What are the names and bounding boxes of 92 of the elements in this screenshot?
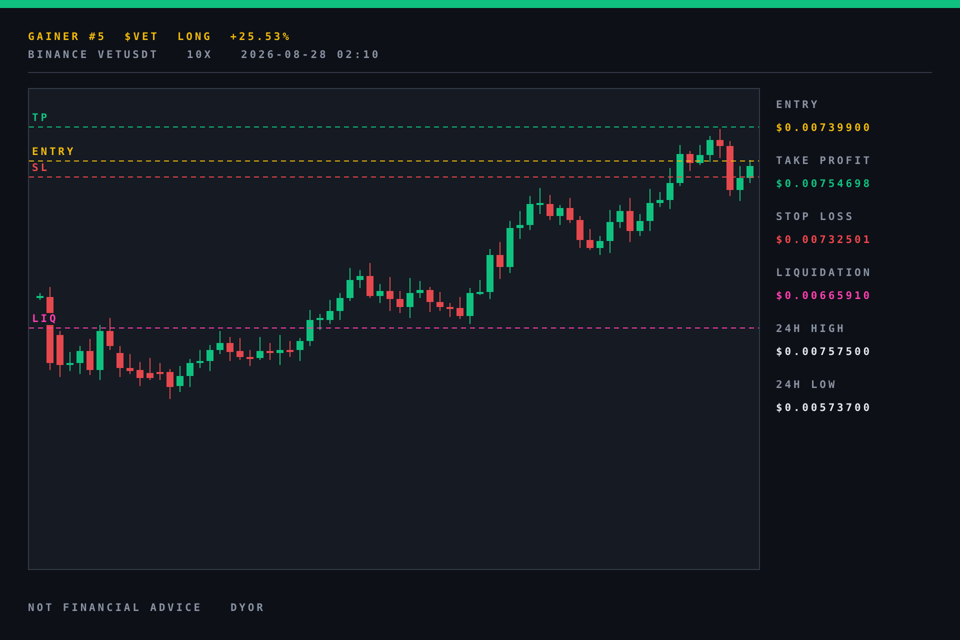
title-text: +25.53% <box>230 31 292 43</box>
candle <box>676 144 684 186</box>
candle <box>546 194 554 220</box>
stat-value: $0.00732501 <box>776 233 872 248</box>
candle <box>426 286 434 312</box>
candle <box>596 236 604 256</box>
candle <box>476 280 484 296</box>
candle <box>86 338 94 376</box>
candle <box>396 290 404 314</box>
candle <box>176 366 184 392</box>
subtitle-text: 10X <box>186 49 213 61</box>
candle <box>386 276 394 312</box>
candle <box>746 160 754 184</box>
subtitle-text: 2026-08-28 02:10 <box>241 49 381 61</box>
candle <box>696 144 704 166</box>
candle <box>436 292 444 312</box>
candle <box>196 350 204 368</box>
candle <box>276 334 284 366</box>
candle <box>256 336 264 360</box>
candle <box>446 302 454 318</box>
candle <box>336 292 344 320</box>
candle <box>406 278 414 318</box>
candle <box>516 210 524 240</box>
candle <box>66 352 74 372</box>
candle <box>286 340 294 358</box>
candle <box>216 330 224 354</box>
stat-value: $0.00665910 <box>776 289 872 304</box>
candle <box>376 284 384 304</box>
candle <box>456 296 464 320</box>
candle <box>346 268 354 302</box>
candle <box>606 210 614 254</box>
candle <box>626 198 634 242</box>
stat-label: LIQUIDATION <box>776 267 872 281</box>
candle <box>486 248 494 300</box>
candle <box>466 288 474 324</box>
candle <box>266 342 274 360</box>
candle <box>166 368 174 400</box>
candle <box>316 314 324 330</box>
stat-value: $0.00573700 <box>776 401 872 416</box>
candle <box>76 346 84 374</box>
candle <box>296 338 304 362</box>
candle <box>586 228 594 250</box>
candle <box>416 280 424 298</box>
candle <box>716 128 724 158</box>
candle <box>686 150 694 172</box>
title-text: GAINER #5 <box>28 31 106 43</box>
candle <box>326 300 334 324</box>
candle <box>656 192 664 208</box>
candle <box>146 358 154 380</box>
candle <box>706 136 714 162</box>
candle <box>366 262 374 298</box>
candle <box>246 350 254 366</box>
footer-text: DYOR <box>230 602 266 614</box>
candle <box>106 318 114 350</box>
candle <box>126 354 134 374</box>
candle <box>226 336 234 362</box>
candle <box>206 344 214 372</box>
candle <box>666 168 674 210</box>
candle <box>526 196 534 230</box>
candle <box>36 292 44 300</box>
candle <box>136 362 144 386</box>
title-text: LONG <box>177 31 212 43</box>
stat-label: ENTRY <box>776 99 820 113</box>
candle <box>96 324 104 380</box>
candle <box>56 330 64 378</box>
stat-label: 24H LOW <box>776 379 838 393</box>
candle <box>736 166 744 202</box>
candle <box>576 216 584 248</box>
candle <box>116 346 124 378</box>
candle <box>306 310 314 346</box>
candle <box>496 242 504 280</box>
stat-value: $0.00754698 <box>776 177 872 192</box>
stat-label: STOP LOSS <box>776 211 854 225</box>
footer-text: NOT FINANCIAL ADVICE <box>28 602 202 614</box>
subtitle-text: BINANCE VETUSDT <box>28 49 159 61</box>
candle <box>356 270 364 288</box>
candle <box>726 140 734 196</box>
candle <box>636 214 644 236</box>
candle <box>506 220 514 274</box>
candle <box>646 188 654 232</box>
stat-value: $0.00757500 <box>776 345 872 360</box>
candle <box>616 204 624 228</box>
stat-label: TAKE PROFIT <box>776 155 872 169</box>
candle <box>186 358 194 388</box>
candle <box>536 188 544 214</box>
candle <box>566 198 574 224</box>
candle <box>156 362 164 380</box>
title-text: $VET <box>124 31 160 43</box>
stat-label: 24H HIGH <box>776 323 846 337</box>
candle <box>556 204 564 226</box>
candle <box>236 338 244 360</box>
stat-value: $0.00739900 <box>776 121 872 136</box>
